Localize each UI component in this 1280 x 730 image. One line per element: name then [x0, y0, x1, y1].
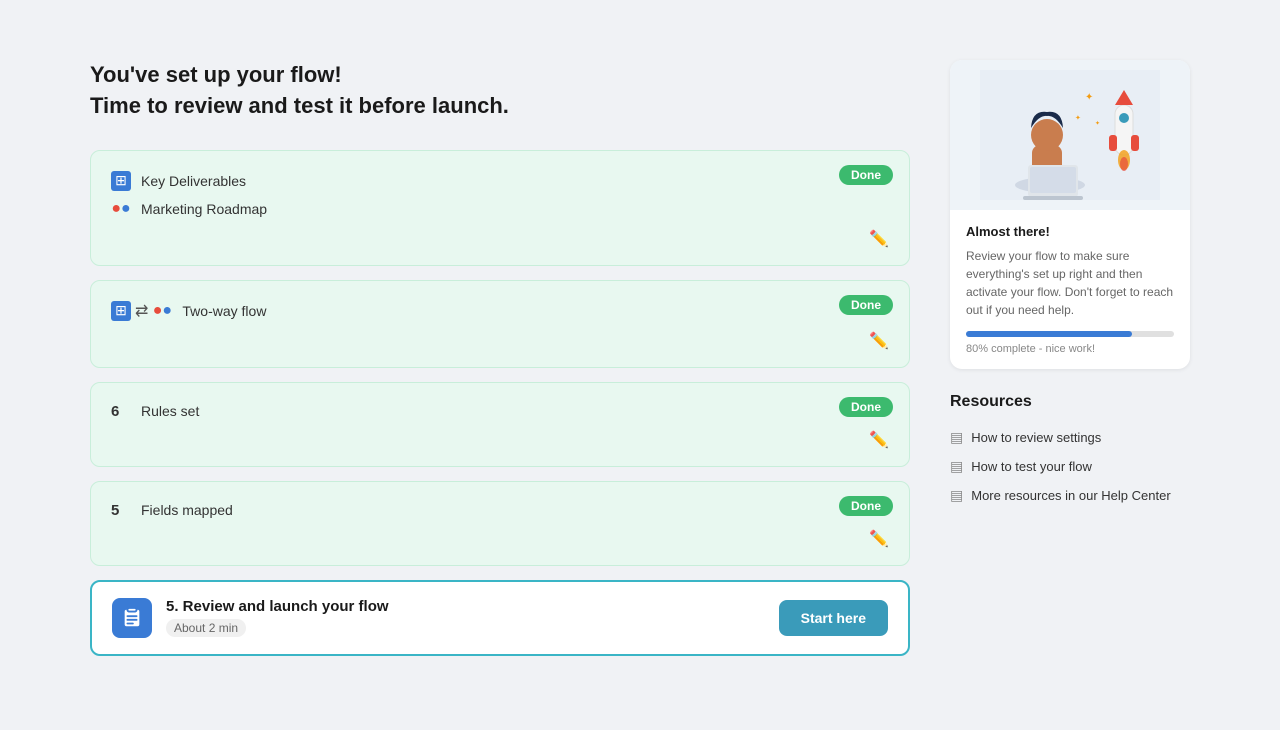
resource-item-2[interactable]: ▤ How to test your flow	[950, 452, 1190, 481]
done-badge-2: Done	[839, 295, 893, 315]
resources-title: Resources	[950, 393, 1190, 411]
done-badge-1: Done	[839, 165, 893, 185]
done-badge-3: Done	[839, 397, 893, 417]
two-flow-icons: ⇄ ●●	[111, 301, 172, 321]
launch-time: About 2 min	[166, 619, 246, 637]
edit-icon-1[interactable]: ✏️	[869, 229, 889, 249]
svg-text:✦: ✦	[1075, 114, 1081, 122]
sidebar-almost-title: Almost there!	[966, 224, 1174, 239]
card-row-two-way: ⇄ ●● Two-way flow	[111, 297, 889, 325]
svg-text:✦: ✦	[1085, 92, 1093, 103]
sidebar-text: Almost there! Review your flow to make s…	[950, 210, 1190, 369]
progress-bar-background	[966, 331, 1174, 337]
rules-number: 6	[111, 403, 131, 420]
card-row-1: Key Deliverables	[111, 167, 889, 195]
main-content: You've set up your flow! Time to review …	[90, 60, 910, 670]
label-rules-set: Rules set	[141, 403, 199, 419]
grid-icon-2	[111, 301, 131, 321]
start-here-button[interactable]: Start here	[779, 600, 888, 636]
label-marketing-roadmap: Marketing Roadmap	[141, 201, 267, 217]
clipboard-icon	[112, 598, 152, 638]
people-icon-1: ●●	[111, 199, 131, 219]
sidebar-illustration: ✦ ✦ ✦	[950, 60, 1190, 210]
resource-link-3[interactable]: More resources in our Help Center	[971, 488, 1170, 503]
label-key-deliverables: Key Deliverables	[141, 173, 246, 189]
edit-icon-3[interactable]: ✏️	[869, 430, 889, 450]
people-icon-2: ●●	[152, 301, 172, 321]
progress-bar-fill	[966, 331, 1132, 337]
resources-section: Resources ▤ How to review settings ▤ How…	[950, 393, 1190, 510]
card-rules: Done 6 Rules set ✏️	[90, 382, 910, 467]
card-two-way: Done ⇄ ●● Two-way flow ✏️	[90, 280, 910, 368]
launch-card: 5. Review and launch your flow About 2 m…	[90, 580, 910, 656]
sidebar-illustration-card: ✦ ✦ ✦ Almost there! Review your flow to …	[950, 60, 1190, 369]
resource-item-3[interactable]: ▤ More resources in our Help Center	[950, 481, 1190, 510]
card-row-rules: 6 Rules set	[111, 399, 889, 424]
card-row-fields: 5 Fields mapped	[111, 498, 889, 523]
page-title: You've set up your flow! Time to review …	[90, 60, 910, 122]
resource-icon-2: ▤	[950, 458, 963, 475]
illustration-svg: ✦ ✦ ✦	[980, 70, 1160, 200]
resource-item-1[interactable]: ▤ How to review settings	[950, 423, 1190, 452]
label-two-way-flow: Two-way flow	[182, 303, 266, 319]
label-fields-mapped: Fields mapped	[141, 502, 233, 518]
resource-icon-1: ▤	[950, 429, 963, 446]
page-wrapper: You've set up your flow! Time to review …	[90, 60, 1190, 670]
done-badge-4: Done	[839, 496, 893, 516]
launch-title: 5. Review and launch your flow	[166, 598, 765, 615]
sidebar: ✦ ✦ ✦ Almost there! Review your flow to …	[950, 60, 1190, 670]
card-fields: Done 5 Fields mapped ✏️	[90, 481, 910, 566]
edit-icon-4[interactable]: ✏️	[869, 529, 889, 549]
resource-link-1[interactable]: How to review settings	[971, 430, 1101, 445]
grid-icon-1	[111, 171, 131, 191]
svg-text:✦: ✦	[1095, 120, 1100, 127]
sidebar-description: Review your flow to make sure everything…	[966, 247, 1174, 319]
edit-icon-2[interactable]: ✏️	[869, 331, 889, 351]
card-deliverables: Done Key Deliverables ●● Marketing Roadm…	[90, 150, 910, 266]
fields-number: 5	[111, 502, 131, 519]
arrows-icon: ⇄	[135, 301, 148, 321]
card-row-2: ●● Marketing Roadmap	[111, 195, 889, 223]
launch-info: 5. Review and launch your flow About 2 m…	[166, 598, 765, 637]
resource-icon-3: ▤	[950, 487, 963, 504]
progress-label: 80% complete - nice work!	[966, 343, 1174, 355]
resource-link-2[interactable]: How to test your flow	[971, 459, 1092, 474]
